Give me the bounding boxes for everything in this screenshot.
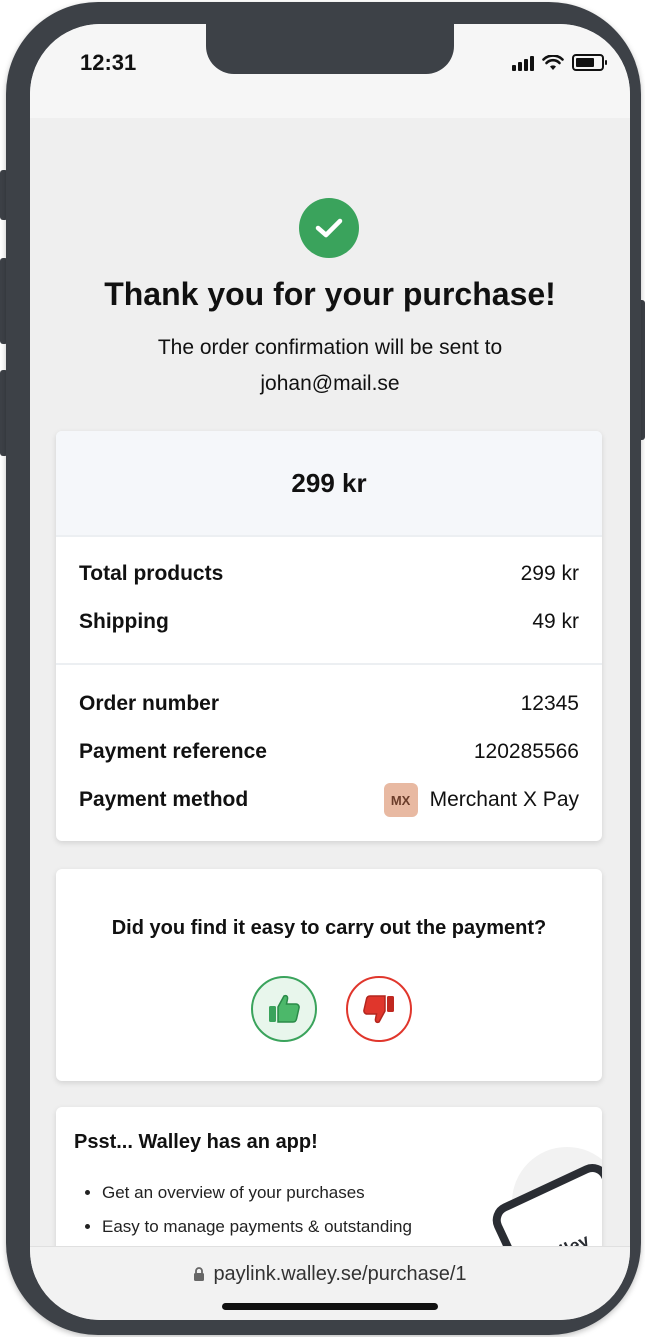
- detail-label: Order number: [79, 692, 220, 715]
- detail-row-order-number: Order number 12345: [79, 689, 579, 719]
- app-promo-item: Get an overview of your purchases: [102, 1183, 412, 1203]
- payment-method-name: Merchant X Pay: [429, 788, 579, 811]
- status-time: 12:31: [80, 50, 137, 75]
- phone-screen: 12:31 Thank you for your purchase! The o…: [30, 24, 630, 1320]
- summary-row-total-products: Total products 299 kr: [79, 559, 579, 589]
- merchant-logo: MX: [383, 783, 418, 817]
- thumbs-down-icon: [363, 995, 394, 1024]
- notch: [206, 24, 454, 74]
- thumbs-up-icon: [269, 994, 300, 1023]
- detail-row-payment-method: Payment method MX Merchant X Pay: [79, 783, 579, 817]
- summary-label: Total products: [79, 562, 224, 585]
- home-indicator[interactable]: [222, 1303, 438, 1310]
- detail-label: Payment reference: [79, 740, 267, 763]
- feedback-question: Did you find it easy to carry out the pa…: [111, 917, 547, 939]
- total-amount: 299 kr: [56, 431, 602, 537]
- browser-url-bar[interactable]: paylink.walley.se/purchase/1: [30, 1246, 630, 1320]
- app-promo-list: Get an overview of your purchases Easy t…: [82, 1183, 412, 1251]
- status-icons: [512, 54, 607, 71]
- detail-label: Payment method: [79, 788, 249, 811]
- detail-value: 12345: [520, 692, 579, 715]
- feedback-card: Did you find it easy to carry out the pa…: [56, 869, 602, 1081]
- thumbs-down-button[interactable]: [346, 976, 412, 1042]
- summary-label: Shipping: [79, 610, 169, 633]
- detail-row-payment-reference: Payment reference 120285566: [79, 737, 579, 767]
- url-text: paylink.walley.se/purchase/1: [213, 1263, 467, 1285]
- app-promo-title: Psst... Walley has an app!: [74, 1131, 318, 1153]
- summary-divider: [56, 663, 602, 665]
- battery-icon: [572, 54, 607, 71]
- wifi-icon: [542, 54, 564, 70]
- thumbs-up-button[interactable]: [251, 976, 317, 1042]
- status-bar: 12:31: [30, 24, 630, 118]
- app-promo-item: Easy to manage payments & outstanding: [102, 1217, 412, 1237]
- phone-frame: 12:31 Thank you for your purchase! The o…: [6, 2, 641, 1335]
- signal-icon: [512, 55, 534, 71]
- url-display[interactable]: paylink.walley.se/purchase/1: [30, 1263, 630, 1286]
- detail-value: 120285566: [473, 740, 579, 763]
- confirmation-subtitle: The order confirmation will be sent to j…: [157, 336, 503, 395]
- summary-row-shipping: Shipping 49 kr: [79, 607, 579, 637]
- summary-value: 49 kr: [532, 610, 579, 633]
- summary-value: 299 kr: [520, 562, 579, 585]
- order-summary-card: 299 kr Total products 299 kr Shipping 49…: [56, 431, 602, 841]
- page-title: Thank you for your purchase!: [104, 276, 556, 312]
- lock-icon: [194, 1267, 205, 1281]
- payment-method-value: MX Merchant X Pay: [383, 783, 579, 817]
- success-check-icon: [299, 198, 359, 258]
